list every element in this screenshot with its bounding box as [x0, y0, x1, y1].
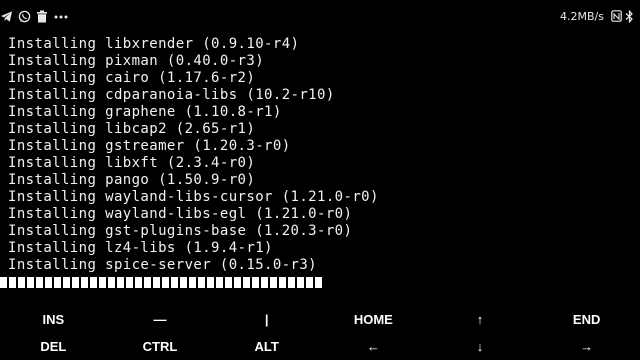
progress-bar [0, 277, 324, 288]
progress-block [72, 277, 80, 288]
progress-block [315, 277, 323, 288]
terminal-line: Installing pango (1.50.9-r0) [8, 172, 256, 188]
extra-keys-bar: INS — | HOME ↑ END DEL CTRL ALT ← ↓ → [0, 306, 640, 360]
progress-block [90, 277, 98, 288]
progress-block [54, 277, 62, 288]
terminal-line: Installing wayland-libs-cursor (1.21.0-r… [8, 189, 379, 205]
status-bar-system: 4.2MB/s [560, 8, 634, 24]
progress-block [18, 277, 26, 288]
up-arrow-key[interactable]: ↑ [427, 306, 534, 333]
progress-block [207, 277, 215, 288]
progress-block [180, 277, 188, 288]
progress-block [117, 277, 125, 288]
progress-block [171, 277, 179, 288]
progress-block [99, 277, 107, 288]
progress-block [243, 277, 251, 288]
terminal-line: Installing gstreamer (1.20.3-r0) [8, 138, 291, 154]
progress-block [135, 277, 143, 288]
ins-key[interactable]: INS [0, 306, 107, 333]
status-bar-notifications [0, 8, 74, 24]
progress-block [234, 277, 242, 288]
terminal-line: Installing spice-server (0.15.0-r3) [8, 257, 318, 273]
progress-block [45, 277, 53, 288]
terminal-line: Installing graphene (1.10.8-r1) [8, 104, 282, 120]
progress-block [189, 277, 197, 288]
terminal-line: Installing pixman (0.40.0-r3) [8, 53, 265, 69]
progress-block [153, 277, 161, 288]
progress-block [126, 277, 134, 288]
terminal-line: Installing lz4-libs (1.9.4-r1) [8, 240, 273, 256]
progress-block [108, 277, 116, 288]
dash-key[interactable]: — [107, 306, 214, 333]
terminal-line: Installing wayland-libs-egl (1.21.0-r0) [8, 206, 353, 222]
progress-block [279, 277, 287, 288]
left-arrow-key[interactable]: ← [320, 333, 427, 360]
progress-block [9, 277, 17, 288]
end-key[interactable]: END [533, 306, 640, 333]
terminal-line: Installing libxft (2.3.4-r0) [8, 155, 256, 171]
progress-block [0, 277, 8, 288]
progress-block [270, 277, 278, 288]
progress-block [252, 277, 260, 288]
progress-block [297, 277, 305, 288]
network-speed: 4.2MB/s [560, 9, 604, 23]
progress-block [306, 277, 314, 288]
ctrl-key[interactable]: CTRL [107, 333, 214, 360]
progress-block [36, 277, 44, 288]
nfc-icon [608, 10, 622, 22]
del-key[interactable]: DEL [0, 333, 107, 360]
alt-key[interactable]: ALT [213, 333, 320, 360]
progress-block [162, 277, 170, 288]
progress-block [225, 277, 233, 288]
terminal-output[interactable]: Installing libxrender (0.9.10-r4) Install… [8, 36, 638, 274]
progress-block [198, 277, 206, 288]
right-arrow-key[interactable]: → [533, 333, 640, 360]
home-key[interactable]: HOME [320, 306, 427, 333]
terminal-line: Installing gst-plugins-base (1.20.3-r0) [8, 223, 353, 239]
terminal-line: Installing cdparanoia-libs (10.2-r10) [8, 87, 335, 103]
down-arrow-key[interactable]: ↓ [427, 333, 534, 360]
terminal-line: Installing libxrender (0.9.10-r4) [8, 36, 300, 52]
progress-block [216, 277, 224, 288]
progress-block [261, 277, 269, 288]
more-dots-icon [53, 10, 74, 23]
bluetooth-icon [622, 9, 634, 23]
progress-block [288, 277, 296, 288]
trash-icon [36, 10, 53, 23]
status-bar: 4.2MB/s [0, 0, 640, 32]
terminal-line: Installing cairo (1.17.6-r2) [8, 70, 256, 86]
telegram-icon [0, 10, 18, 23]
whatsapp-icon [18, 10, 36, 23]
progress-block [81, 277, 89, 288]
pipe-key[interactable]: | [213, 306, 320, 333]
progress-block [27, 277, 35, 288]
progress-block [144, 277, 152, 288]
progress-block [63, 277, 71, 288]
terminal-line: Installing libcap2 (2.65-r1) [8, 121, 256, 137]
